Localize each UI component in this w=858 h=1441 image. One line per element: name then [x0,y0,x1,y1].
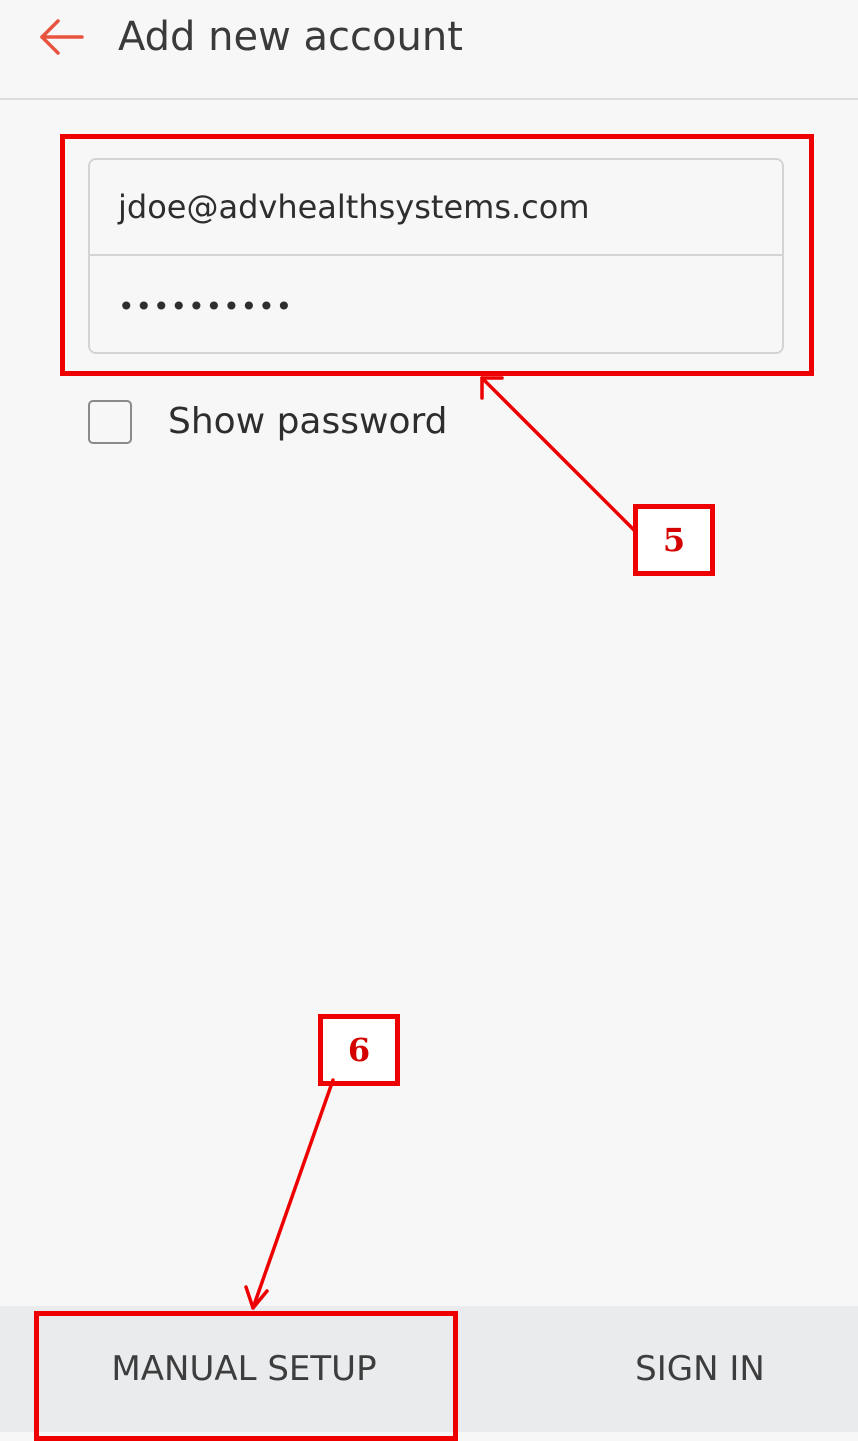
callout-5: 5 [633,504,715,576]
manual-setup-button[interactable]: MANUAL SETUP [34,1306,454,1432]
callout-6: 6 [318,1014,400,1086]
show-password-checkbox[interactable] [88,400,132,444]
password-field[interactable]: •••••••••• [90,258,782,352]
app-header: Add new account [0,0,858,100]
back-button[interactable] [30,12,90,62]
page-title: Add new account [118,14,463,60]
credentials-field-group: jdoe@advhealthsystems.com •••••••••• [88,158,784,354]
sign-in-button[interactable]: SIGN IN [560,1306,840,1432]
arrow-6 [244,1078,335,1310]
email-field[interactable]: jdoe@advhealthsystems.com [90,160,782,256]
arrow-5 [480,376,636,532]
show-password-label: Show password [168,401,448,442]
arrow-left-icon [40,19,84,55]
